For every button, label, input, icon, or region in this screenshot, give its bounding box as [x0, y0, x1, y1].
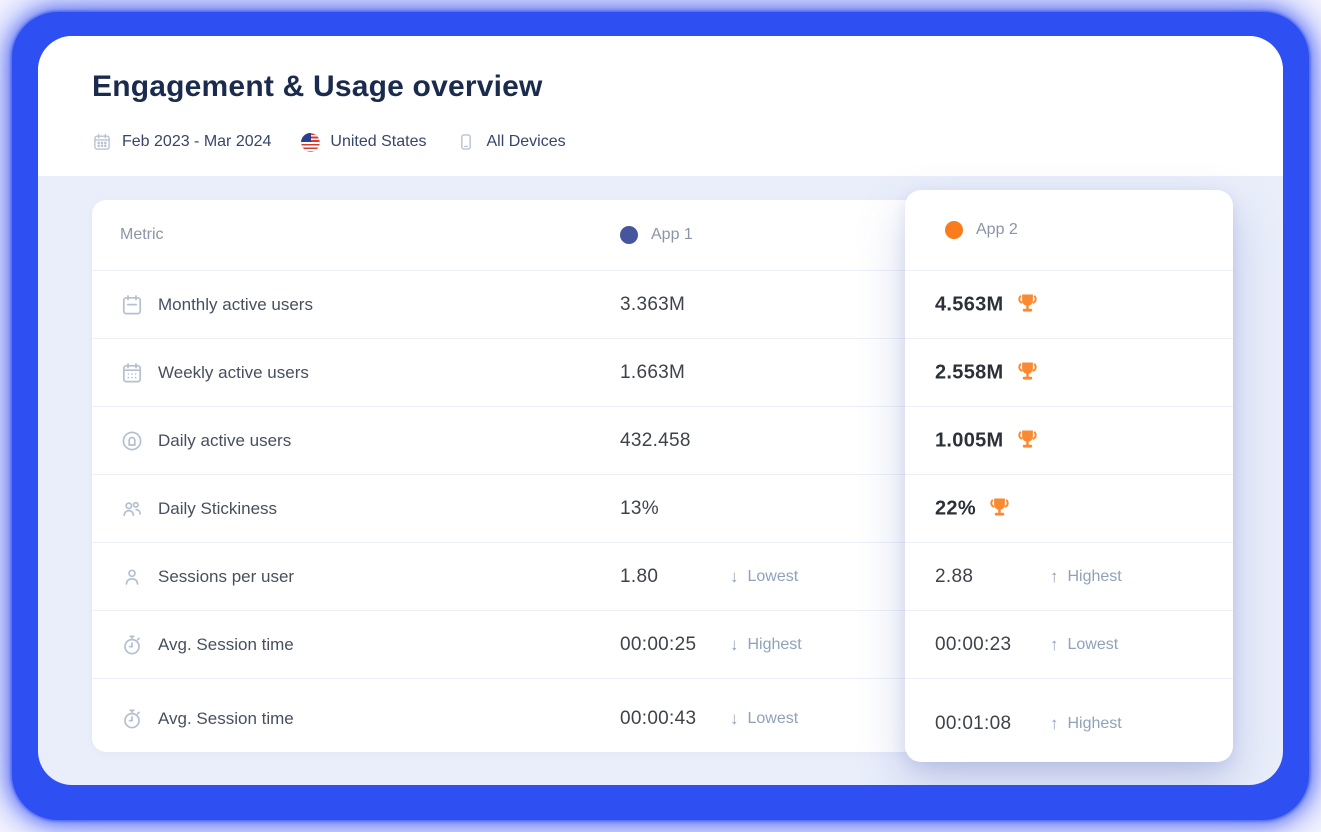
- app2-value-group: 2.88: [935, 566, 973, 588]
- mobile-device-icon: [456, 132, 476, 152]
- app1-value: 1.663M: [620, 362, 685, 384]
- app2-row: 22%: [905, 474, 1233, 542]
- calendar-lines-icon: [120, 293, 144, 317]
- daily-circle-icon: [120, 429, 144, 453]
- app2-value: 22%: [935, 497, 976, 520]
- app2-row: 00:01:08 ↑ Highest: [905, 678, 1233, 769]
- metric-label: Daily Stickiness: [158, 499, 277, 519]
- arrow-up-icon: ↑: [1050, 567, 1059, 587]
- app2-label: App 2: [976, 221, 1018, 239]
- app2-value-group: 00:00:23: [935, 634, 1011, 656]
- calendar-icon: [92, 132, 112, 152]
- date-range-label: Feb 2023 - Mar 2024: [122, 133, 271, 151]
- filter-row: Feb 2023 - Mar 2024 United States All De…: [92, 132, 566, 152]
- screenshot-stage: Engagement & Usage overview Feb 2023 - M…: [0, 0, 1321, 832]
- devices-filter[interactable]: All Devices: [456, 132, 565, 152]
- arrow-down-icon: ↓: [730, 709, 739, 729]
- country-filter[interactable]: United States: [301, 133, 426, 152]
- rank-label: Lowest: [1068, 636, 1119, 654]
- app1-rank-tag: ↓ Lowest: [730, 567, 798, 587]
- arrow-down-icon: ↓: [730, 567, 739, 587]
- us-flag-icon: [301, 133, 320, 152]
- app2-value: 4.563M: [935, 293, 1004, 316]
- stopwatch-icon: [120, 633, 144, 657]
- app1-column-header: App 1: [620, 226, 693, 244]
- arrow-down-icon: ↓: [730, 635, 739, 655]
- rank-label: Lowest: [748, 710, 799, 728]
- app2-value-group: 22%: [935, 496, 1013, 521]
- metric-label: Daily active users: [158, 431, 291, 451]
- rank-label: Lowest: [748, 568, 799, 586]
- users-icon: [120, 497, 144, 521]
- page-header: Engagement & Usage overview Feb 2023 - M…: [38, 36, 1283, 176]
- metric-label: Avg. Session time: [158, 635, 294, 655]
- metric-label: Sessions per user: [158, 567, 294, 587]
- app2-row: 2.88 ↑ Highest: [905, 542, 1233, 610]
- app1-value: 13%: [620, 498, 659, 520]
- trophy-icon: [986, 494, 1013, 521]
- trophy-icon: [1014, 426, 1041, 453]
- app1-rank-tag: ↓ Highest: [730, 635, 802, 655]
- app1-value: 00:00:43: [620, 708, 696, 730]
- app1-dot-icon: [620, 226, 638, 244]
- app2-rank-tag: ↑ Highest: [1050, 567, 1122, 587]
- app2-dot-icon: [945, 221, 963, 239]
- page-title: Engagement & Usage overview: [92, 70, 543, 104]
- arrow-up-icon: ↑: [1050, 635, 1059, 655]
- app2-row: 4.563M: [905, 270, 1233, 338]
- arrow-up-icon: ↑: [1050, 714, 1059, 734]
- app1-value: 3.363M: [620, 294, 685, 316]
- app2-row: 1.005M: [905, 406, 1233, 474]
- app2-header-row: App 2: [905, 190, 1233, 270]
- metric-label: Weekly active users: [158, 363, 309, 383]
- app2-value: 1.005M: [935, 429, 1004, 452]
- app2-rank-tag: ↑ Lowest: [1050, 635, 1118, 655]
- dashboard-card: Engagement & Usage overview Feb 2023 - M…: [38, 36, 1283, 785]
- app2-value: 00:01:08: [935, 713, 1011, 735]
- app2-value-group: 00:01:08: [935, 713, 1011, 735]
- app2-value-group: 1.005M: [935, 428, 1041, 453]
- devices-label: All Devices: [486, 133, 565, 151]
- trophy-icon: [1014, 290, 1041, 317]
- metric-label: Monthly active users: [158, 295, 313, 315]
- app2-row: 00:00:23 ↑ Lowest: [905, 610, 1233, 678]
- app1-label: App 1: [651, 226, 693, 244]
- app1-value: 00:00:25: [620, 634, 696, 656]
- app2-column-header: App 2: [945, 221, 1018, 239]
- app2-value: 2.558M: [935, 361, 1004, 384]
- app1-value: 1.80: [620, 566, 658, 588]
- rank-label: Highest: [1068, 568, 1122, 586]
- metric-column-header: Metric: [120, 226, 164, 244]
- country-label: United States: [330, 133, 426, 151]
- app2-rank-tag: ↑ Highest: [1050, 714, 1122, 734]
- app2-row: 2.558M: [905, 338, 1233, 406]
- date-range-filter[interactable]: Feb 2023 - Mar 2024: [92, 132, 271, 152]
- app2-body: 4.563M 2.558M 1.005M 22% 2.88 ↑ Highest 00:00:2…: [905, 270, 1233, 769]
- app2-value-group: 2.558M: [935, 360, 1041, 385]
- app1-value: 432.458: [620, 430, 691, 452]
- app2-value: 00:00:23: [935, 634, 1011, 656]
- calendar-days-icon: [120, 361, 144, 385]
- app2-value: 2.88: [935, 566, 973, 588]
- metric-label: Avg. Session time: [158, 709, 294, 729]
- trophy-icon: [1014, 358, 1041, 385]
- user-icon: [120, 565, 144, 589]
- app2-value-group: 4.563M: [935, 292, 1041, 317]
- stopwatch-icon: [120, 707, 144, 731]
- app1-rank-tag: ↓ Lowest: [730, 709, 798, 729]
- rank-label: Highest: [748, 636, 802, 654]
- app2-winner-card: App 2 4.563M 2.558M 1.005M 22% 2.88 ↑ Highest 0…: [905, 190, 1233, 762]
- rank-label: Highest: [1068, 715, 1122, 733]
